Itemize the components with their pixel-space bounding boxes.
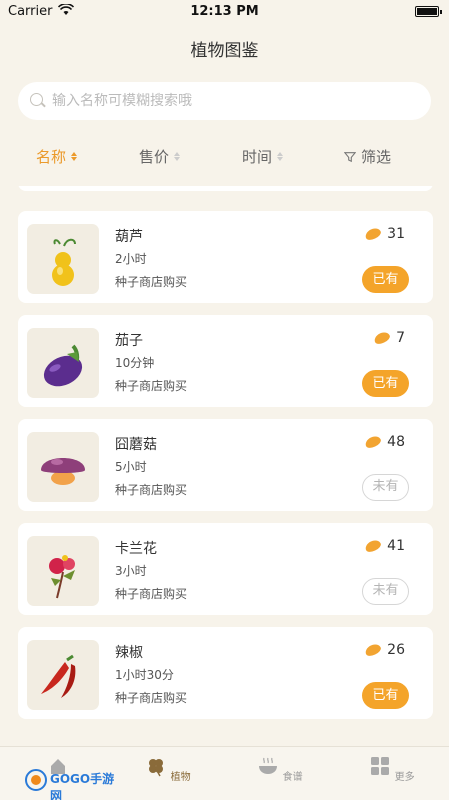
plant-price: 31 [363, 226, 405, 242]
list-item[interactable]: 葫芦 2小时 种子商店购买 31 已有 [18, 211, 433, 303]
grow-time: 2小时 [115, 252, 147, 266]
tab-more[interactable]: 更多 [362, 755, 422, 783]
plant-thumbnail [27, 224, 99, 294]
tab-plants[interactable]: 植物 [138, 755, 198, 783]
status-bar: Carrier 12:13 PM [0, 0, 449, 24]
tab-label: 食谱 [282, 772, 303, 783]
status-badge: 已有 [362, 682, 409, 709]
list-item[interactable]: 茄子 10分钟 种子商店购买 7 已有 [18, 315, 433, 407]
plant-thumbnail [27, 640, 99, 710]
plant-source: 种子商店购买 [115, 379, 188, 393]
filter-label: 筛选 [361, 148, 392, 166]
plant-price: 48 [363, 434, 405, 450]
sort-arrows-icon [277, 152, 284, 161]
clock: 12:13 PM [190, 4, 259, 19]
filter-button[interactable]: 筛选 [344, 146, 391, 167]
sort-by-price[interactable]: 售价 [139, 146, 181, 167]
sort-name-label: 名称 [36, 148, 67, 166]
bowl-icon [259, 757, 278, 774]
list-item[interactable]: 辣椒 1小时30分 种子商店购买 26 已有 [18, 627, 433, 719]
list-item[interactable]: 囧蘑菇 5小时 种子商店购买 48 未有 [18, 419, 433, 511]
status-badge: 已有 [362, 370, 409, 397]
tab-recipes[interactable]: 食谱 [250, 755, 310, 783]
plant-name: 辣椒 [115, 645, 143, 661]
price-value: 31 [387, 226, 405, 242]
grid-icon [371, 757, 390, 775]
eggplant-icon [43, 344, 83, 387]
grow-time: 3小时 [115, 564, 147, 578]
gourd-icon [52, 238, 76, 286]
coin-icon [363, 642, 383, 658]
battery-icon [415, 6, 442, 17]
filter-icon [344, 151, 356, 162]
list-item[interactable]: 卡兰花 3小时 种子商店购买 41 未有 [18, 523, 433, 615]
watermark-text: GOGO手游网 [50, 772, 115, 800]
sort-by-name[interactable]: 名称 [36, 146, 78, 167]
coin-icon [363, 226, 383, 242]
mushroom-icon [41, 458, 85, 485]
watermark-icon [25, 769, 47, 791]
price-value: 48 [387, 434, 405, 450]
grow-time: 5小时 [115, 460, 147, 474]
plant-price: 26 [363, 642, 405, 658]
tab-label: 植物 [170, 772, 191, 783]
search-bar[interactable] [18, 82, 431, 120]
plant-source: 种子商店购买 [115, 691, 188, 705]
price-value: 41 [387, 538, 405, 554]
status-badge: 已有 [362, 266, 409, 293]
search-icon [30, 93, 43, 106]
price-value: 7 [396, 330, 405, 346]
status-badge: 未有 [362, 578, 409, 605]
price-value: 26 [387, 642, 405, 658]
sort-by-time[interactable]: 时间 [242, 146, 284, 167]
grow-time: 10分钟 [115, 356, 155, 370]
watermark-logo: GOGO手游网 [24, 768, 124, 800]
clover-icon [149, 759, 164, 777]
coin-icon [363, 434, 383, 450]
plant-price: 7 [372, 330, 405, 346]
sort-time-label: 时间 [242, 148, 273, 166]
coin-icon [363, 538, 383, 554]
sort-price-label: 售价 [139, 148, 170, 166]
plant-name: 卡兰花 [115, 541, 157, 557]
search-input[interactable] [52, 82, 412, 120]
coin-icon [372, 330, 392, 346]
sort-arrows-icon [71, 152, 78, 161]
plant-source: 种子商店购买 [115, 587, 188, 601]
plant-name: 茄子 [115, 333, 143, 349]
tab-label: 更多 [394, 772, 415, 783]
plant-list: 葫芦 2小时 种子商店购买 31 已有 茄子 10分钟 种子商店购买 7 已有 [0, 186, 449, 726]
plant-name: 葫芦 [115, 229, 143, 245]
grow-time: 1小时30分 [115, 668, 174, 682]
flower-icon [49, 555, 75, 599]
plant-name: 囧蘑菇 [115, 437, 157, 453]
plant-thumbnail [27, 432, 99, 502]
plant-price: 41 [363, 538, 405, 554]
sort-bar: 名称 售价 时间 筛选 [0, 146, 449, 172]
status-badge: 未有 [362, 474, 409, 501]
chili-icon [41, 654, 76, 698]
list-item-partial[interactable] [18, 186, 433, 191]
page-title: 植物图鉴 [190, 41, 259, 61]
plant-thumbnail [27, 328, 99, 398]
plant-thumbnail [27, 536, 99, 606]
plant-source: 种子商店购买 [115, 483, 188, 497]
plant-source: 种子商店购买 [115, 275, 188, 289]
sort-arrows-icon [174, 152, 181, 161]
